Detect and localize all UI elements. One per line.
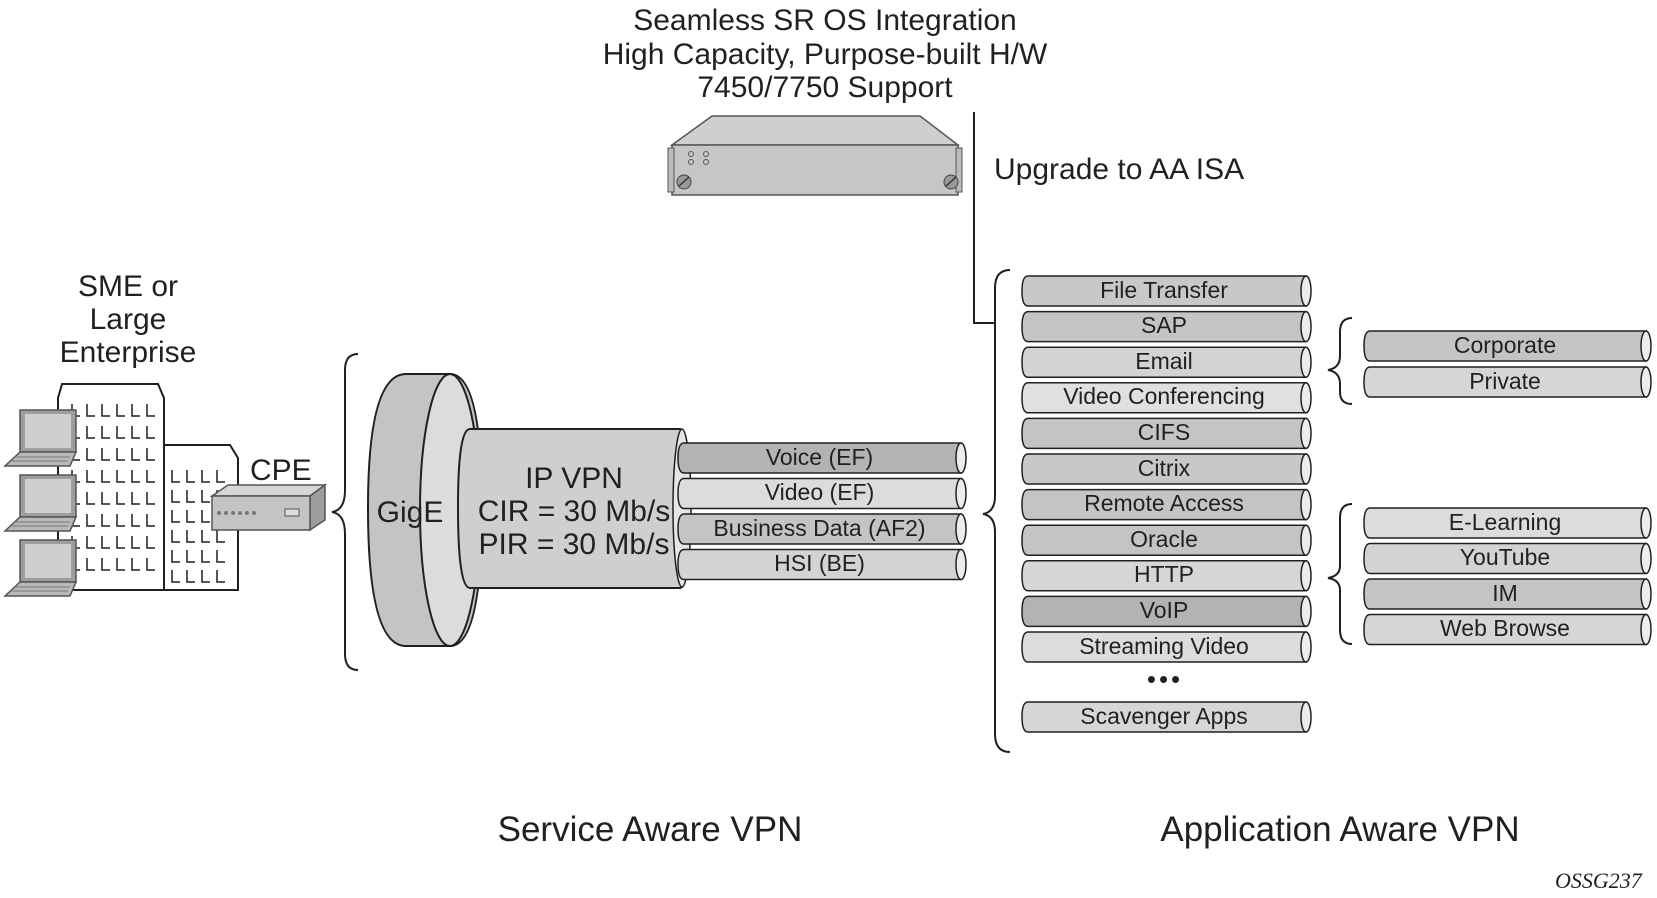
laptops-group: [3, 409, 78, 597]
app-pipe-label: HTTP: [1133, 561, 1195, 588]
app-pipe-label: Oracle: [1130, 525, 1198, 552]
more-apps-ellipsis: •••: [1146, 664, 1184, 694]
header-line-1: Seamless SR OS Integration: [633, 4, 1017, 37]
app-bracket: [982, 269, 1011, 753]
enterprise-building-icon: [57, 383, 239, 591]
app-pipe-label: Citrix: [1137, 454, 1191, 481]
class-pipe-label: Business Data (AF2): [713, 514, 926, 541]
app-pipe-label: CIFS: [1137, 418, 1191, 445]
app-pipe-label: Streaming Video: [1079, 632, 1249, 659]
laptop-icon: [3, 409, 78, 467]
header-line-2: High Capacity, Purpose-built H/W: [602, 38, 1048, 71]
enterprise-line-2: Large: [89, 303, 167, 336]
email-sub-pipe-label: Private: [1469, 367, 1541, 394]
app-pipe-label: Remote Access: [1084, 490, 1244, 517]
upgrade-label: Upgrade to AA ISA: [994, 153, 1245, 186]
header-line-3: 7450/7750 Support: [697, 71, 953, 104]
laptop-icon: [3, 539, 78, 597]
figure-id: OSSG237: [1555, 868, 1642, 893]
app-pipe-label: Email: [1135, 347, 1193, 374]
app-pipe-label: VoIP: [1139, 596, 1189, 623]
aa-isa-card-icon: [667, 115, 963, 196]
service-bracket: [331, 353, 359, 671]
enterprise-line-1: SME or: [77, 270, 179, 303]
http-sub-pipe-label: Web Browse: [1440, 615, 1570, 641]
application-aware-caption: Application Aware VPN: [1160, 810, 1520, 849]
http-sub-bracket: [1327, 503, 1353, 645]
http-sub-pipe-label: YouTube: [1459, 544, 1551, 570]
email-sub-pipe-label: Corporate: [1453, 331, 1557, 358]
class-pipe-label: Video (EF): [764, 479, 875, 505]
app-pipe-label: SAP: [1140, 312, 1188, 339]
service-aware-caption: Service Aware VPN: [497, 810, 803, 849]
ip-vpn-label: IP VPN: [525, 462, 623, 495]
http-sub-pipe-label: E-Learning: [1448, 508, 1562, 535]
class-pipe-label: Voice (EF): [765, 443, 874, 470]
cpe-label: CPE: [250, 454, 312, 487]
cir-label: CIR = 30 Mb/s: [477, 495, 671, 528]
email-sub-bracket: [1327, 317, 1353, 405]
app-pipe-label: Video Conferencing: [1063, 383, 1265, 410]
pir-label: PIR = 30 Mb/s: [478, 528, 670, 561]
upgrade-connector-line: [973, 112, 995, 324]
app-pipe-scavenger-label: Scavenger Apps: [1080, 702, 1248, 729]
enterprise-line-3: Enterprise: [59, 336, 197, 369]
app-pipe-label: File Transfer: [1100, 276, 1228, 303]
http-sub-pipe-label: IM: [1492, 579, 1518, 606]
laptop-icon: [3, 474, 78, 532]
cpe-router-icon: [209, 483, 328, 532]
gige-label: GigE: [376, 496, 444, 529]
class-pipe-label: HSI (BE): [774, 550, 865, 576]
